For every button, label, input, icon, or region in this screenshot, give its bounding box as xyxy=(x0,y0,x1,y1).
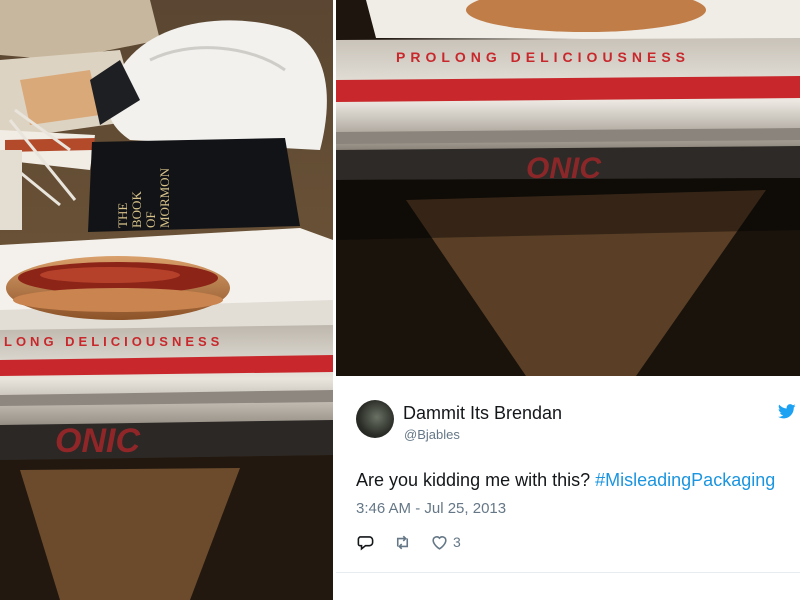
svg-text:OF: OF xyxy=(143,211,158,228)
svg-text:MORMON: MORMON xyxy=(157,167,172,228)
twitter-bird-icon[interactable] xyxy=(778,404,796,419)
like-icon xyxy=(432,535,447,550)
tweet-text: Are you kidding me with this? #Misleadin… xyxy=(356,470,775,491)
reply-icon xyxy=(357,535,374,550)
tweet-card: Dammit Its Brendan @Bjables Are you kidd… xyxy=(336,376,800,600)
left-photo: THE BOOK OF MORMON LONG DELICIOUSNESS ON… xyxy=(0,0,333,600)
retweet-icon xyxy=(396,535,409,549)
author-handle[interactable]: @Bjables xyxy=(404,427,460,442)
tweet-text-plain: Are you kidding me with this? xyxy=(356,470,596,490)
avatar[interactable] xyxy=(356,400,394,438)
package-print: LONG DELICIOUSNESS xyxy=(4,334,223,349)
retweet-button[interactable] xyxy=(393,533,412,552)
tweet-actions: 3 xyxy=(356,531,479,553)
reply-button[interactable] xyxy=(356,533,375,552)
svg-text:BOOK: BOOK xyxy=(129,191,144,228)
like-count: 3 xyxy=(453,534,461,550)
divider-line xyxy=(336,572,800,573)
hashtag-link[interactable]: #MisleadingPackaging xyxy=(595,470,775,490)
author-name[interactable]: Dammit Its Brendan xyxy=(403,403,562,424)
package-print: PROLONG DELICIOUSNESS xyxy=(396,49,690,65)
right-photo: PROLONG DELICIOUSNESS ONIC xyxy=(336,0,800,376)
tweet-timestamp[interactable]: 3:46 AM - Jul 25, 2013 xyxy=(356,500,506,517)
like-button[interactable]: 3 xyxy=(430,533,461,552)
svg-text:THE: THE xyxy=(115,203,130,228)
svg-text:ONIC: ONIC xyxy=(55,422,140,460)
